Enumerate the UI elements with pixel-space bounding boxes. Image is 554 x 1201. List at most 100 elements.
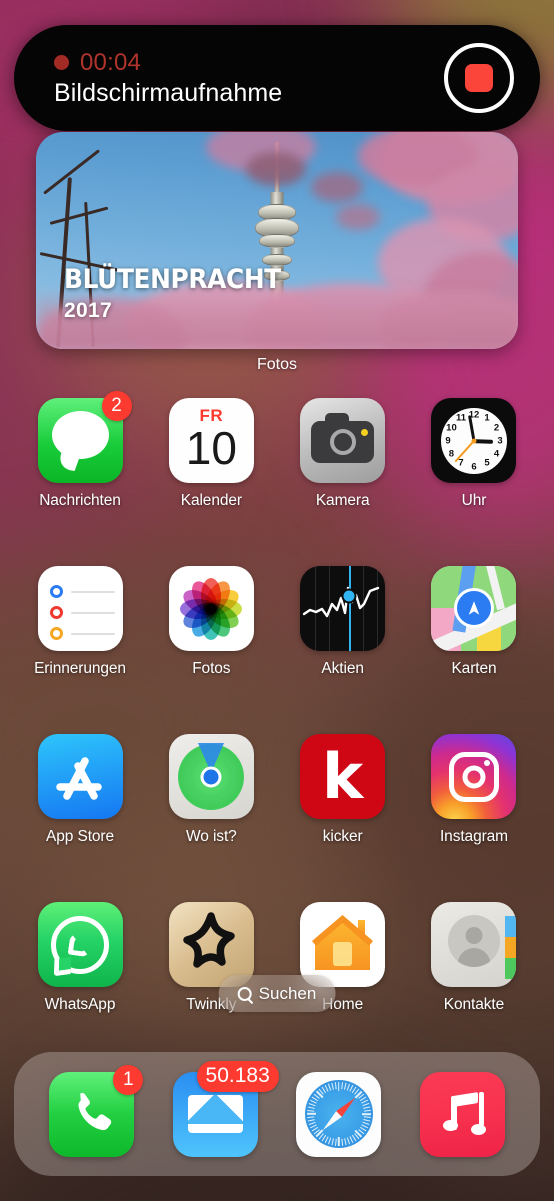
app-label: Erinnerungen [34,660,126,677]
app-nachrichten[interactable]: 2 Nachrichten [33,391,132,510]
music-icon[interactable] [419,1071,505,1157]
app-label: Karten [451,660,497,677]
clock-numeral: 5 [484,457,490,469]
clock-numeral: 11 [455,412,467,424]
app-label: kicker [322,828,363,845]
app-kamera[interactable]: Kamera [296,398,390,510]
photos-memory-widget[interactable]: BLÜTENPRACHT 2017 [36,132,518,349]
safari-tick [334,1138,337,1146]
clock-numeral: 3 [497,435,503,446]
safari-icon[interactable] [296,1071,382,1157]
safari-tick [331,1082,334,1090]
safari-tick [306,1116,314,1119]
safari-tick [341,1082,343,1090]
app-uhr[interactable]: 12 1 2 3 4 5 6 7 8 9 10 11 Uhr [427,398,521,510]
stop-recording-button[interactable] [444,43,514,113]
calendar-day: 10 [185,422,237,474]
kicker-icon[interactable]: k [300,734,386,819]
search-icon [237,986,252,1001]
safari-tick [306,1109,314,1112]
app-label: Wo ist? [185,828,237,845]
search-label: Suchen [258,983,317,1003]
clock-numeral: 1 [484,412,490,424]
safari-tick [337,1137,340,1146]
whatsapp-icon[interactable] [37,902,123,987]
reminders-icon[interactable] [37,566,123,651]
contacts-icon[interactable] [431,902,517,987]
badge-nachrichten: 2 [101,391,132,421]
recording-timer: 00:04 [80,48,142,76]
photos-icon[interactable] [168,566,254,651]
clock-numeral: 2 [493,422,500,433]
app-instagram[interactable]: Instagram [427,734,521,846]
search-button[interactable]: Suchen [218,975,336,1012]
app-kalender[interactable]: FR 10 Kalender [164,398,258,510]
dock-item-telefon[interactable]: 1 [49,1064,144,1157]
safari-tick [334,1082,337,1090]
instagram-icon[interactable] [431,734,517,819]
app-label: Fotos [192,660,231,677]
screen-recording-banner[interactable]: 00:04 Bildschirmaufnahme [14,25,540,131]
clock-numeral: 10 [446,422,457,433]
memory-year: 2017 [64,299,112,322]
app-label: Uhr [461,492,487,509]
safari-tick [306,1113,316,1115]
dock: 1 50.183 [14,1052,540,1176]
app-label: Nachrichten [39,492,121,509]
calendar-icon[interactable]: FR 10 [168,398,254,483]
dock-item-mail[interactable]: 50.183 [172,1060,279,1157]
find-my-icon[interactable] [168,734,254,819]
app-row-2: Erinnerungen Fotos Aktien Karten [0,566,554,678]
safari-tick [363,1109,371,1112]
stocks-icon[interactable] [300,566,386,651]
record-dot-icon [54,55,69,70]
app-store-icon[interactable] [37,734,123,819]
app-karten[interactable]: Karten [427,566,521,678]
app-label: Aktien [321,660,364,677]
app-whatsapp[interactable]: WhatsApp [33,902,127,1014]
app-kicker[interactable]: k kicker [296,734,390,846]
badge-telefon: 1 [113,1064,144,1095]
app-label: Instagram [439,828,508,845]
safari-tick [361,1113,371,1115]
memory-title: BLÜTENPRACHT [64,264,281,295]
photos-widget-label: Fotos [256,356,297,373]
app-erinnerungen[interactable]: Erinnerungen [33,566,127,678]
safari-tick [307,1106,315,1109]
app-aktien[interactable]: Aktien [296,566,390,678]
clock-numeral: 4 [493,448,500,459]
camera-icon[interactable] [300,398,386,483]
safari-tick [341,1138,343,1146]
badge-mail: 50.183 [196,1060,279,1092]
recording-title: Bildschirmaufnahme [54,78,283,107]
navigation-arrow-icon [453,587,494,628]
app-grid: 2 Nachrichten FR 10 Kalender Kamera 12 1… [0,391,554,1070]
app-label: WhatsApp [44,996,116,1013]
clock-numeral: 7 [458,457,464,469]
app-wo-ist[interactable]: Wo ist? [164,734,258,846]
stop-square-icon [465,64,493,92]
clock-numeral: 8 [448,448,455,459]
dock-item-musik[interactable] [419,1071,505,1157]
app-label: Kamera [315,492,370,509]
dock-item-safari[interactable] [296,1071,382,1157]
safari-tick [327,1137,332,1145]
iphone-home-screen: 00:04 Bildschirmaufnahme BLÜTENPRACHT 20… [0,0,554,1201]
clock-numeral: 9 [445,435,451,446]
safari-tick [337,1082,340,1091]
clock-numeral: 6 [471,461,477,472]
kicker-glyph: k [322,739,364,813]
app-label: App Store [45,828,115,845]
safari-tick [343,1138,347,1146]
clock-face: 12 1 2 3 4 5 6 7 8 9 10 11 [440,407,507,474]
app-row-3: App Store Wo ist? k kicker Instagram [0,734,554,846]
maps-icon[interactable] [431,566,517,651]
app-label: Kontakte [443,996,505,1013]
clock-icon[interactable]: 12 1 2 3 4 5 6 7 8 9 10 11 [431,398,517,483]
app-app-store[interactable]: App Store [33,734,127,846]
app-fotos[interactable]: Fotos [164,566,258,678]
safari-tick [331,1138,334,1146]
safari-tick [363,1106,371,1109]
app-kontakte[interactable]: Kontakte [427,902,521,1014]
safari-tick [363,1116,371,1119]
